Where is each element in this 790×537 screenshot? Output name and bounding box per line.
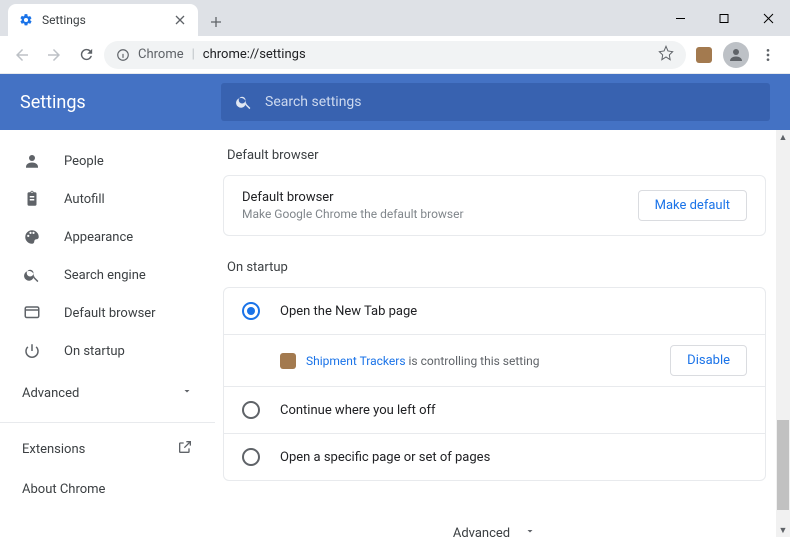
sidebar-item-label: Default browser — [64, 306, 156, 321]
extension-mini-icon — [280, 353, 296, 369]
maximize-button[interactable] — [702, 3, 746, 33]
extension-icon[interactable] — [690, 41, 718, 69]
advanced-footer-label: Advanced — [453, 526, 510, 537]
search-input[interactable] — [265, 94, 756, 110]
scroll-down-arrow-icon[interactable]: ▼ — [776, 523, 790, 537]
omnibox-scheme: Chrome — [138, 47, 184, 62]
omnibox-path: chrome://settings — [203, 47, 306, 62]
sidebar-extensions[interactable]: Extensions — [0, 429, 215, 469]
browser-icon — [22, 303, 42, 323]
radio-label: Open the New Tab page — [280, 304, 417, 319]
sidebar-item-label: Autofill — [64, 192, 105, 207]
clipboard-icon — [22, 189, 42, 209]
sidebar-advanced-toggle[interactable]: Advanced — [0, 370, 215, 416]
info-icon — [116, 48, 130, 62]
browser-toolbar: Chrome | chrome://settings — [0, 36, 790, 74]
settings-header: Settings — [0, 74, 790, 130]
advanced-label: Advanced — [22, 386, 79, 401]
startup-option-specific-pages[interactable]: Open a specific page or set of pages — [224, 433, 765, 480]
sidebar-item-default-browser[interactable]: Default browser — [0, 294, 215, 332]
settings-sidebar: People Autofill Appearance Search engine… — [0, 130, 215, 537]
extension-controlled-notice: Shipment Trackers is controlling this se… — [224, 334, 765, 387]
settings-content: Default browser Default browser Make Goo… — [215, 130, 790, 537]
close-icon[interactable] — [172, 12, 188, 28]
browser-titlebar: Settings — [0, 0, 790, 36]
person-icon — [22, 151, 42, 171]
extensions-label: Extensions — [22, 442, 85, 457]
palette-icon — [22, 227, 42, 247]
scrollbar-thumb[interactable] — [777, 420, 789, 510]
settings-gear-icon — [18, 12, 34, 28]
search-icon — [22, 265, 42, 285]
sidebar-item-search-engine[interactable]: Search engine — [0, 256, 215, 294]
sidebar-item-autofill[interactable]: Autofill — [0, 180, 215, 218]
about-label: About Chrome — [22, 482, 105, 497]
sidebar-item-label: Search engine — [64, 268, 146, 283]
sidebar-item-label: Appearance — [64, 230, 133, 245]
back-button[interactable] — [8, 41, 36, 69]
profile-avatar[interactable] — [722, 41, 750, 69]
radio-unselected-icon — [242, 401, 260, 419]
radio-unselected-icon — [242, 448, 260, 466]
sidebar-item-label: On startup — [64, 344, 125, 359]
tab-title: Settings — [42, 13, 164, 27]
sidebar-item-on-startup[interactable]: On startup — [0, 332, 215, 370]
external-link-icon — [177, 439, 193, 459]
scrollbar-track[interactable]: ▲ ▼ — [776, 130, 790, 537]
section-heading-on-startup: On startup — [223, 260, 766, 275]
radio-selected-icon — [242, 302, 260, 320]
on-startup-card: Open the New Tab page Shipment Trackers … — [223, 287, 766, 481]
reload-button[interactable] — [72, 41, 100, 69]
new-tab-button[interactable] — [202, 8, 230, 36]
radio-label: Open a specific page or set of pages — [280, 450, 490, 465]
search-icon — [235, 93, 253, 111]
sidebar-item-appearance[interactable]: Appearance — [0, 218, 215, 256]
window-controls — [658, 0, 790, 36]
default-browser-title: Default browser — [242, 190, 464, 205]
section-heading-default-browser: Default browser — [223, 148, 766, 163]
startup-option-newtab[interactable]: Open the New Tab page — [224, 288, 765, 334]
forward-button[interactable] — [40, 41, 68, 69]
page-title: Settings — [20, 92, 205, 113]
advanced-footer-toggle[interactable]: Advanced — [223, 505, 766, 537]
startup-option-continue[interactable]: Continue where you left off — [224, 387, 765, 433]
bookmark-star-icon[interactable] — [658, 45, 674, 65]
sidebar-divider — [0, 422, 215, 423]
browser-tab[interactable]: Settings — [8, 4, 198, 36]
radio-label: Continue where you left off — [280, 403, 436, 418]
kebab-menu-icon[interactable] — [754, 41, 782, 69]
address-bar[interactable]: Chrome | chrome://settings — [104, 41, 686, 69]
sidebar-item-people[interactable]: People — [0, 142, 215, 180]
controlling-suffix: is controlling this setting — [406, 354, 540, 368]
make-default-button[interactable]: Make default — [638, 190, 747, 221]
chevron-down-icon — [181, 385, 193, 401]
power-icon — [22, 341, 42, 361]
default-browser-card: Default browser Make Google Chrome the d… — [223, 175, 766, 236]
sidebar-item-label: People — [64, 154, 104, 169]
scroll-up-arrow-icon[interactable]: ▲ — [776, 130, 790, 144]
chevron-down-icon — [524, 525, 536, 537]
disable-extension-button[interactable]: Disable — [670, 345, 747, 376]
default-browser-subtitle: Make Google Chrome the default browser — [242, 207, 464, 221]
search-settings-box[interactable] — [221, 83, 770, 121]
minimize-button[interactable] — [658, 3, 702, 33]
controlling-extension-name[interactable]: Shipment Trackers — [306, 354, 406, 368]
sidebar-about-chrome[interactable]: About Chrome — [0, 469, 215, 509]
close-window-button[interactable] — [746, 3, 790, 33]
